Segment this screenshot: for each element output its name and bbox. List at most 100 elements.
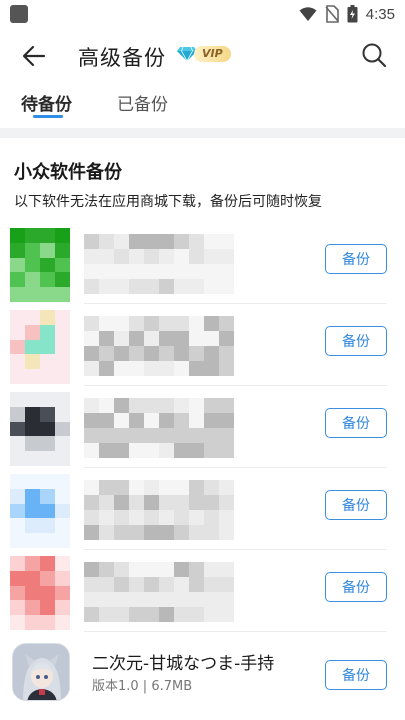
tab-pending-backup[interactable]: 待备份 (21, 90, 72, 115)
mosaic-cell (219, 249, 234, 264)
mosaic-cell (129, 264, 144, 279)
mosaic-cell (114, 234, 129, 249)
mosaic-cell (55, 474, 70, 489)
mosaic-cell (174, 249, 189, 264)
mosaic-cell (144, 331, 159, 346)
mosaic-cell (204, 592, 219, 607)
app-version-size: 版本1.0 | 6.7MB (92, 679, 193, 694)
mosaic-cell (84, 346, 99, 361)
tab-backed-up[interactable]: 已备份 (117, 90, 168, 115)
mosaic-cell (40, 451, 55, 466)
search-icon[interactable] (361, 42, 387, 68)
mosaic-cell (189, 398, 204, 413)
mosaic-cell (174, 480, 189, 495)
mosaic-cell (144, 361, 159, 376)
mosaic-row (84, 428, 254, 443)
app-icon-blurred[interactable] (10, 556, 70, 630)
mosaic-cell (10, 354, 25, 370)
mosaic-cell (55, 287, 70, 302)
app-info-blurred (84, 398, 254, 458)
mosaic-cell (84, 264, 99, 279)
backup-button[interactable]: 备份 (325, 408, 387, 438)
section-divider (0, 128, 405, 138)
backup-button[interactable]: 备份 (325, 244, 387, 274)
mosaic-cell (99, 510, 114, 525)
mosaic-row (84, 331, 254, 346)
mosaic-cell (159, 577, 174, 592)
mosaic-cell (219, 398, 234, 413)
mosaic-row (84, 234, 254, 249)
mosaic-cell (129, 361, 144, 376)
mosaic-cell (40, 257, 55, 273)
mosaic-cell (204, 279, 219, 294)
mosaic-cell (204, 480, 219, 495)
mosaic-cell (159, 592, 174, 607)
mosaic-cell (99, 249, 114, 264)
app-icon-blurred[interactable] (10, 310, 70, 384)
mosaic-cell (159, 361, 174, 376)
mosaic-cell (40, 324, 55, 340)
mosaic-cell (174, 562, 189, 577)
mosaic-cell (55, 451, 70, 466)
mosaic-cell (10, 533, 25, 548)
mosaic-cell (40, 556, 55, 571)
mosaic-cell (99, 480, 114, 495)
mosaic-cell (25, 451, 40, 466)
app-icon-blurred[interactable] (10, 474, 70, 548)
mosaic-cell (84, 234, 99, 249)
mosaic-cell (84, 480, 99, 495)
mosaic-cell (114, 577, 129, 592)
mosaic-cell (10, 287, 25, 302)
mosaic-cell (174, 316, 189, 331)
mosaic-cell (40, 436, 55, 452)
list-item: 备份 (0, 222, 405, 304)
app-info-blurred (84, 316, 254, 376)
list-item: 备份 (0, 386, 405, 468)
mosaic-cell (114, 443, 129, 458)
mosaic-row (84, 346, 254, 361)
mosaic-cell (174, 331, 189, 346)
mosaic-cell (129, 480, 144, 495)
mosaic-cell (40, 600, 55, 616)
mosaic-cell (55, 436, 70, 452)
mosaic-cell (84, 398, 99, 413)
mosaic-cell (40, 518, 55, 534)
mosaic-cell (189, 510, 204, 525)
mosaic-cell (204, 562, 219, 577)
mosaic-cell (84, 592, 99, 607)
backup-button[interactable]: 备份 (325, 326, 387, 356)
mosaic-cell (114, 510, 129, 525)
mosaic-cell (159, 562, 174, 577)
mosaic-cell (219, 592, 234, 607)
app-icon-blurred[interactable] (10, 228, 70, 302)
mosaic-cell (55, 533, 70, 548)
mosaic-cell (144, 592, 159, 607)
back-arrow-icon[interactable] (20, 42, 48, 70)
app-name: 二次元-甘城なつま-手持 (92, 654, 275, 674)
mosaic-cell (174, 510, 189, 525)
mosaic-cell (129, 495, 144, 510)
backup-button[interactable]: 备份 (325, 572, 387, 602)
mosaic-cell (99, 279, 114, 294)
mosaic-cell (114, 495, 129, 510)
app-icon-blurred[interactable] (10, 392, 70, 466)
mosaic-cell (204, 398, 219, 413)
backup-button[interactable]: 备份 (325, 490, 387, 520)
mosaic-row (84, 398, 254, 413)
mosaic-cell (10, 556, 25, 571)
mosaic-cell (40, 354, 55, 370)
mosaic-cell (84, 331, 99, 346)
mosaic-cell (99, 525, 114, 540)
mosaic-cell (174, 361, 189, 376)
mosaic-cell (129, 316, 144, 331)
mosaic-cell (114, 525, 129, 540)
mosaic-cell (40, 310, 55, 325)
mosaic-row (84, 279, 254, 294)
backup-button[interactable]: 备份 (325, 660, 387, 690)
mosaic-cell (84, 316, 99, 331)
mosaic-cell (25, 228, 40, 243)
section-subtitle: 以下软件无法在应用商城下载，备份后可随时恢复 (14, 194, 322, 210)
mosaic-cell (55, 354, 70, 370)
mosaic-cell (84, 607, 99, 622)
app-icon-anime-girl[interactable] (12, 643, 70, 701)
